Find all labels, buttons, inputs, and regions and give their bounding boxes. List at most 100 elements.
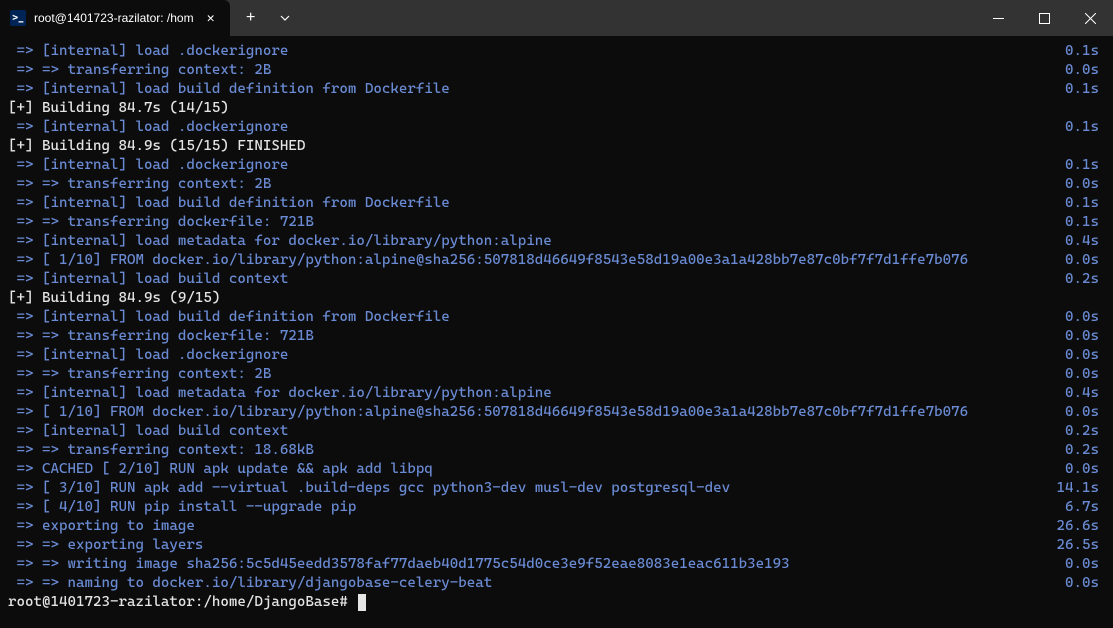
terminal-line-time: 14.1s <box>1057 479 1109 498</box>
terminal-line: => => transferring dockerfile: 721B0.1s <box>8 213 1109 232</box>
terminal-line-time: 0.4s <box>1061 232 1109 251</box>
terminal-line-time: 0.2s <box>1061 441 1109 460</box>
terminal-line-text: => => transferring context: 2B <box>8 175 1061 194</box>
terminal-line: => [internal] load build definition from… <box>8 80 1109 99</box>
terminal-line-time: 0.1s <box>1061 194 1109 213</box>
terminal-line-time: 0.1s <box>1061 80 1109 99</box>
terminal-line-text: => => transferring dockerfile: 721B <box>8 213 1061 232</box>
terminal-line-time: 0.0s <box>1061 346 1109 365</box>
terminal-line-text: [+] Building 84.7s (14/15) <box>8 99 1109 118</box>
terminal-line: => => transferring context: 2B0.0s <box>8 175 1109 194</box>
terminal-line: [+] Building 84.7s (14/15) <box>8 99 1109 118</box>
terminal-line: => [ 1/10] FROM docker.io/library/python… <box>8 251 1109 270</box>
terminal-line: => exporting to image26.6s <box>8 517 1109 536</box>
terminal-line-time: 0.1s <box>1061 213 1109 232</box>
terminal-line-text: [+] Building 84.9s (9/15) <box>8 289 1109 308</box>
terminal-line-text: => => exporting layers <box>8 536 1057 555</box>
window-controls <box>975 0 1113 36</box>
terminal-line: => [internal] load .dockerignore0.1s <box>8 42 1109 61</box>
terminal-line-text: => [internal] load build definition from… <box>8 80 1061 99</box>
terminal-line: => [internal] load build context0.2s <box>8 270 1109 289</box>
terminal-line-time: 0.0s <box>1061 365 1109 384</box>
terminal-line-time: 0.0s <box>1061 403 1109 422</box>
terminal-line-time: 0.0s <box>1061 574 1109 593</box>
close-icon <box>1085 13 1096 24</box>
terminal-line-text: => [internal] load build definition from… <box>8 308 1061 327</box>
terminal-line-text: => [internal] load .dockerignore <box>8 346 1061 365</box>
tab[interactable]: >_ root@1401723-razilator: /hom ✕ <box>0 0 230 36</box>
minimize-button[interactable] <box>975 0 1021 36</box>
tab-title: root@1401723-razilator: /hom <box>34 11 194 25</box>
terminal-line-text: => [internal] load .dockerignore <box>8 118 1061 137</box>
terminal-line-time: 0.0s <box>1061 460 1109 479</box>
terminal-line-text: [+] Building 84.9s (15/15) FINISHED <box>8 137 1109 156</box>
terminal-line: => => writing image sha256:5c5d45eedd357… <box>8 555 1109 574</box>
terminal-line: => [internal] load metadata for docker.i… <box>8 232 1109 251</box>
terminal-line: => => transferring dockerfile: 721B0.0s <box>8 327 1109 346</box>
terminal-line: => [internal] load metadata for docker.i… <box>8 384 1109 403</box>
terminal-line: => [ 1/10] FROM docker.io/library/python… <box>8 403 1109 422</box>
minimize-icon <box>993 13 1004 24</box>
terminal-line-time: 0.1s <box>1061 118 1109 137</box>
terminal-line-text: => [internal] load build context <box>8 270 1061 289</box>
new-tab-button[interactable]: + <box>234 0 268 36</box>
terminal-line-text: => [ 3/10] RUN apk add --virtual .build-… <box>8 479 1057 498</box>
terminal-line-text: => => transferring context: 18.68kB <box>8 441 1061 460</box>
terminal-line-text: => [internal] load build definition from… <box>8 194 1061 213</box>
tab-icon-text: >_ <box>12 13 24 24</box>
powershell-icon: >_ <box>10 10 26 26</box>
terminal-line-time: 26.6s <box>1057 517 1109 536</box>
terminal-line-text: => => transferring context: 2B <box>8 61 1061 80</box>
terminal-line: => => transferring context: 18.68kB0.2s <box>8 441 1109 460</box>
terminal-line-time: 0.0s <box>1061 327 1109 346</box>
terminal-line-text: => CACHED [ 2/10] RUN apk update && apk … <box>8 460 1061 479</box>
maximize-icon <box>1039 13 1050 24</box>
terminal-line-text: => [internal] load .dockerignore <box>8 156 1061 175</box>
terminal-line-time: 0.1s <box>1061 42 1109 61</box>
terminal-line-text: => [internal] load .dockerignore <box>8 42 1061 61</box>
cursor <box>358 594 366 611</box>
terminal-line: => [internal] load .dockerignore0.1s <box>8 156 1109 175</box>
terminal-line: => CACHED [ 2/10] RUN apk update && apk … <box>8 460 1109 479</box>
titlebar-spacer[interactable] <box>302 0 975 36</box>
terminal-line-time: 0.0s <box>1061 308 1109 327</box>
terminal-line-time: 0.2s <box>1061 270 1109 289</box>
terminal-line-time: 0.0s <box>1061 61 1109 80</box>
prompt-text: root@1401723-razilator:/home/DjangoBase# <box>8 593 356 612</box>
terminal-line-time: 0.2s <box>1061 422 1109 441</box>
maximize-button[interactable] <box>1021 0 1067 36</box>
tab-dropdown-button[interactable] <box>268 0 302 36</box>
terminal-line-time: 26.5s <box>1057 536 1109 555</box>
prompt-line[interactable]: root@1401723-razilator:/home/DjangoBase# <box>8 593 1109 612</box>
terminal-line-text: => => transferring dockerfile: 721B <box>8 327 1061 346</box>
terminal-line-text: => => transferring context: 2B <box>8 365 1061 384</box>
terminal-line-text: => [ 1/10] FROM docker.io/library/python… <box>8 403 1061 422</box>
terminal-line-time: 0.1s <box>1061 156 1109 175</box>
terminal-line: [+] Building 84.9s (9/15) <box>8 289 1109 308</box>
terminal-line-text: => [internal] load metadata for docker.i… <box>8 232 1061 251</box>
terminal-line: [+] Building 84.9s (15/15) FINISHED <box>8 137 1109 156</box>
terminal-line: => [internal] load build definition from… <box>8 308 1109 327</box>
terminal-line-text: => [internal] load metadata for docker.i… <box>8 384 1061 403</box>
terminal-line: => [internal] load .dockerignore0.1s <box>8 118 1109 137</box>
terminal-line-text: => [ 4/10] RUN pip install --upgrade pip <box>8 498 1061 517</box>
terminal-line-text: => => naming to docker.io/library/django… <box>8 574 1061 593</box>
tab-actions: + <box>230 0 302 36</box>
terminal-line-time: 0.0s <box>1061 175 1109 194</box>
chevron-down-icon <box>280 15 290 21</box>
terminal-line: => [internal] load build definition from… <box>8 194 1109 213</box>
terminal-line-time: 0.4s <box>1061 384 1109 403</box>
terminal-line-time: 0.0s <box>1061 251 1109 270</box>
terminal-line-time: 0.0s <box>1061 555 1109 574</box>
terminal-body[interactable]: => [internal] load .dockerignore0.1s => … <box>0 36 1113 628</box>
terminal-line-text: => => writing image sha256:5c5d45eedd357… <box>8 555 1061 574</box>
terminal-line: => [ 4/10] RUN pip install --upgrade pip… <box>8 498 1109 517</box>
titlebar: >_ root@1401723-razilator: /hom ✕ + <box>0 0 1113 36</box>
terminal-line-text: => [internal] load build context <box>8 422 1061 441</box>
close-window-button[interactable] <box>1067 0 1113 36</box>
terminal-line: => [internal] load build context0.2s <box>8 422 1109 441</box>
close-tab-button[interactable]: ✕ <box>202 9 220 27</box>
terminal-line: => [internal] load .dockerignore0.0s <box>8 346 1109 365</box>
terminal-line: => => transferring context: 2B0.0s <box>8 61 1109 80</box>
terminal-line: => => naming to docker.io/library/django… <box>8 574 1109 593</box>
